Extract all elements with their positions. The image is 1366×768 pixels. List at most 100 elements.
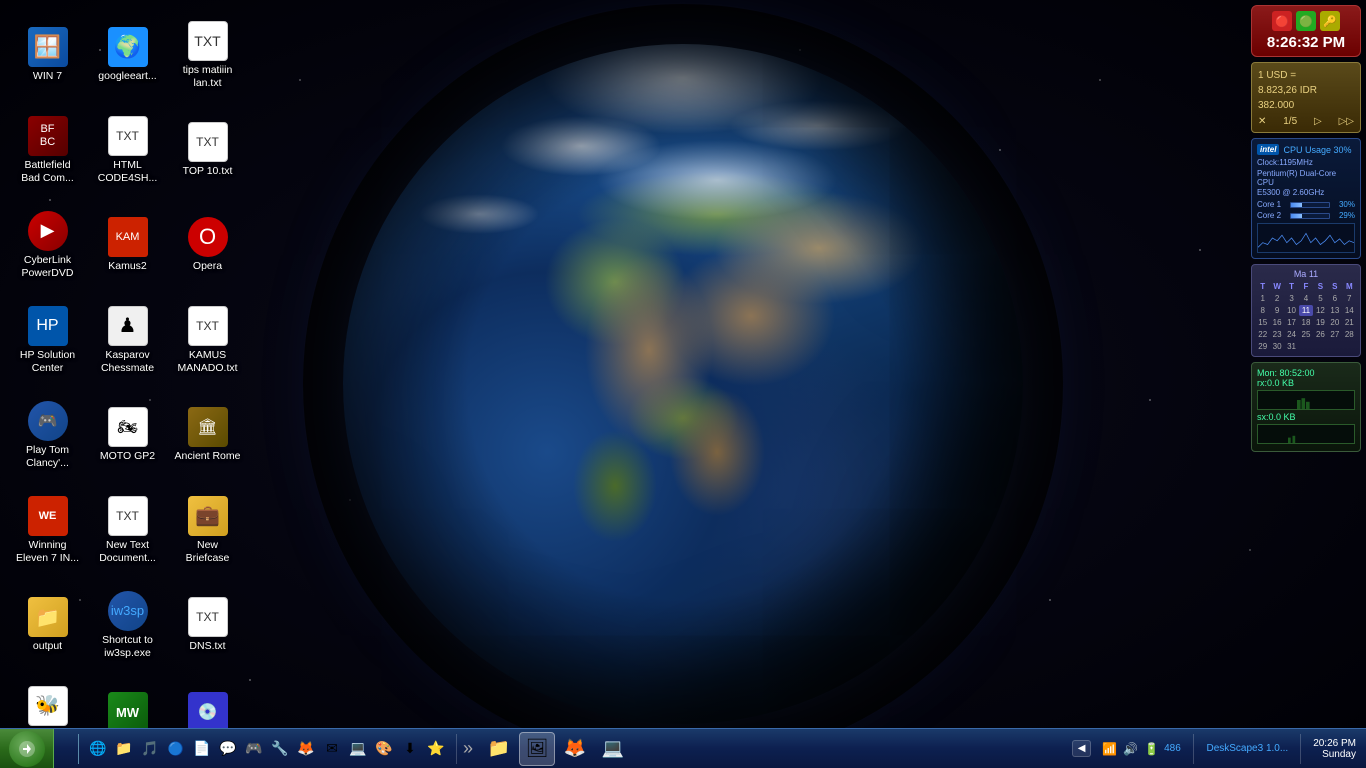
taskbar-sep2	[1193, 734, 1194, 764]
taskbar-app-active[interactable]: 🖼	[519, 732, 555, 766]
icon-html[interactable]: TXT HTML CODE4SH...	[90, 105, 165, 195]
icon-kamus2[interactable]: KAM Kamus2	[90, 200, 165, 290]
cal-day-8: 8	[1256, 305, 1269, 316]
taskbar-clock[interactable]: 20:26 PM Sunday	[1308, 738, 1361, 760]
cpu-model: E5300 @ 2.60GHz	[1257, 188, 1355, 197]
cal-day-17: 17	[1285, 317, 1298, 328]
network-graph	[1257, 390, 1355, 410]
network-rx: rx:0.0 KB	[1257, 378, 1355, 388]
taskbar-icon-doc[interactable]: 📄	[190, 737, 214, 761]
taskbar-icon-chat[interactable]: 💻	[346, 737, 370, 761]
cpu-title: CPU Usage 30%	[1283, 145, 1351, 155]
cal-day-19: 19	[1314, 317, 1327, 328]
icon-kasparov-label: Kasparov Chessmate	[94, 349, 161, 374]
taskbar-icon-fire[interactable]: 🦊	[294, 737, 318, 761]
cpu-core1-bar-container: Core 1 30%	[1257, 200, 1355, 209]
taskbar-icon-paint[interactable]: 🎨	[372, 737, 396, 761]
icon-dns-img: TXT	[188, 597, 228, 637]
icon-kasparov-img: ♟	[108, 306, 148, 346]
icon-hp[interactable]: HP HP Solution Center	[10, 295, 85, 385]
desktop-icons: 🪟 WIN 7 🌍 googleeart... TXT tips matiiin…	[10, 10, 245, 768]
currency-line2: 8.823,26 IDR	[1258, 83, 1354, 98]
taskbar-app-firefox[interactable]: 🦊	[557, 732, 593, 766]
icon-briefcase[interactable]: 💼 New Briefcase	[170, 485, 245, 575]
icon-kamus-manado-label: KAMUS MANADO.txt	[174, 349, 241, 374]
icon-opera[interactable]: O Opera	[170, 200, 245, 290]
icon-ancient-rome[interactable]: 🏛 Ancient Rome	[170, 390, 245, 480]
cpu-core1-percent: 30%	[1333, 200, 1355, 209]
taskbar-icon-mail[interactable]: ✉	[320, 737, 344, 761]
icon-kamus-manado[interactable]: TXT KAMUS MANADO.txt	[170, 295, 245, 385]
icon-output-img: 📁	[28, 597, 68, 637]
clock-icon-green[interactable]: 🟢	[1296, 11, 1316, 31]
widget-currency[interactable]: 1 USD = 8.823,26 IDR 382.000 ✕ 1/5 ▷ ▷▷	[1251, 62, 1361, 133]
icon-play-tc[interactable]: 🎮 Play Tom Clancy'...	[10, 390, 85, 480]
show-hidden-icons-btn[interactable]: ◀	[1072, 740, 1092, 757]
taskbar-icon-msg[interactable]: 💬	[216, 737, 240, 761]
icon-tips[interactable]: TXT tips matiiin lan.txt	[170, 10, 245, 100]
icon-we[interactable]: WE Winning Eleven 7 IN...	[10, 485, 85, 575]
taskbar-app-unknown[interactable]: 💻	[595, 732, 631, 766]
taskbar-app-folder[interactable]: 📁	[481, 732, 517, 766]
taskbar-icon-chrome[interactable]: 🔵	[164, 737, 188, 761]
start-button[interactable]	[0, 729, 54, 768]
cal-day-5: 5	[1314, 293, 1327, 304]
taskbar-icon-game[interactable]: 🎮	[242, 737, 266, 761]
icon-iw3sp-label: Shortcut to iw3sp.exe	[94, 634, 161, 659]
tray-icon-486[interactable]: 486	[1163, 740, 1181, 758]
tray-icon-volume[interactable]: 🔊	[1121, 740, 1139, 758]
icon-googleearth[interactable]: 🌍 googleeart...	[90, 10, 165, 100]
cal-day-28: 28	[1343, 329, 1356, 340]
cal-day-header-m: M	[1343, 281, 1356, 292]
tray-icon-battery[interactable]: 🔋	[1142, 740, 1160, 758]
cal-day-header-s2: S	[1328, 281, 1341, 292]
icon-kasparov[interactable]: ♟ Kasparov Chessmate	[90, 295, 165, 385]
cal-day-27: 27	[1328, 329, 1341, 340]
cal-day-6: 6	[1328, 293, 1341, 304]
taskbar-icon-folder[interactable]: 📁	[112, 737, 136, 761]
icon-cyberlink[interactable]: ▶ CyberLink PowerDVD	[10, 200, 85, 290]
cal-day-25: 25	[1299, 329, 1312, 340]
cpu-core2-track	[1290, 213, 1330, 219]
currency-nav-next2[interactable]: ▷▷	[1339, 116, 1354, 127]
taskbar-sep1	[456, 734, 457, 764]
cal-day-empty4	[1343, 341, 1356, 352]
icon-shortcut-iw3sp[interactable]: iw3sp Shortcut to iw3sp.exe	[90, 580, 165, 670]
taskbar-icon-mediaplayer[interactable]: 🎵	[138, 737, 162, 761]
icon-moto-gp2[interactable]: 🏍 MOTO GP2	[90, 390, 165, 480]
widget-calendar: Ma 11 T W T F S S M 1 2 3 4 5 6 7 8 9 10…	[1251, 264, 1361, 357]
cal-day-header-t1: T	[1256, 281, 1269, 292]
taskbar-icon-ie[interactable]: 🌐	[86, 737, 110, 761]
widget-clock[interactable]: 🔴 🟢 🔑 8:26:32 PM	[1251, 5, 1361, 57]
currency-line3: 382.000	[1258, 98, 1354, 113]
cal-day-29: 29	[1256, 341, 1269, 352]
taskbar-icon-dl[interactable]: ⬇	[398, 737, 422, 761]
cpu-core1-track	[1290, 202, 1330, 208]
taskbar-sep3	[1300, 734, 1301, 764]
tb-apps-row: 📁 🖼 🦊 💻	[481, 732, 631, 766]
icon-dns[interactable]: TXT DNS.txt	[170, 580, 245, 670]
currency-nav-prev[interactable]: ✕	[1258, 116, 1266, 127]
cal-day-2: 2	[1270, 293, 1283, 304]
icon-win7[interactable]: 🪟 WIN 7	[10, 10, 85, 100]
taskbar-icon-star[interactable]: ⭐	[424, 737, 448, 761]
cal-day-3: 3	[1285, 293, 1298, 304]
clock-icon-red[interactable]: 🔴	[1272, 11, 1292, 31]
icon-bee-img: 🐝	[28, 686, 68, 726]
icon-kidgen-img: 💿	[188, 692, 228, 732]
tray-icon-network[interactable]: 📶	[1100, 740, 1118, 758]
clock-icon-row: 🔴 🟢 🔑	[1272, 11, 1340, 31]
currency-nav-next1[interactable]: ▷	[1314, 116, 1322, 127]
taskbar-icon-tools[interactable]: 🔧	[268, 737, 292, 761]
icon-html-label: HTML CODE4SH...	[94, 159, 161, 184]
show-desktop-button[interactable]	[59, 734, 79, 764]
icon-output[interactable]: 📁 output	[10, 580, 85, 670]
icon-opera-label: Opera	[193, 260, 222, 273]
icon-top10[interactable]: TXT TOP 10.txt	[170, 105, 245, 195]
taskbar-expand-btn[interactable]: »	[460, 738, 476, 759]
icon-new-txt[interactable]: TXT New Text Document...	[90, 485, 165, 575]
icon-bf[interactable]: BFBC Battlefield Bad Com...	[10, 105, 85, 195]
clock-icon-key[interactable]: 🔑	[1320, 11, 1340, 31]
cal-day-empty2	[1314, 341, 1327, 352]
right-sidebar: 🔴 🟢 🔑 8:26:32 PM 1 USD = 8.823,26 IDR 38…	[1251, 5, 1361, 452]
